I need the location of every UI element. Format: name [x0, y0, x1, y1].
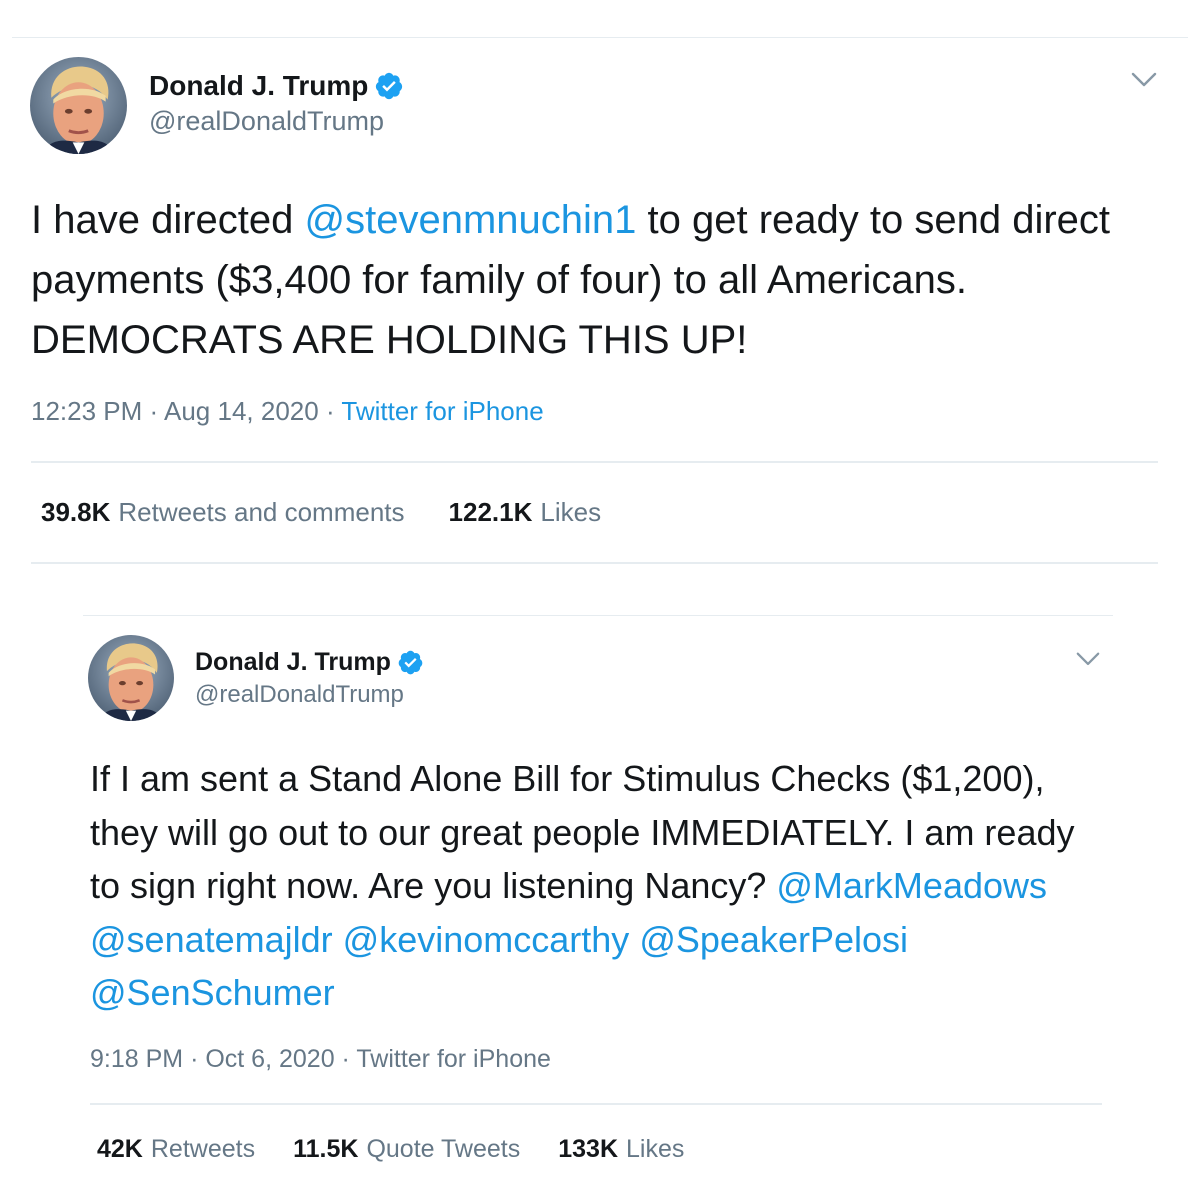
tweet-source-link[interactable]: Twitter for iPhone [341, 396, 543, 426]
mention-link[interactable]: @stevenmnuchin1 [305, 198, 637, 242]
tweet-text-segment: I have directed [31, 198, 305, 242]
meta-separator: · [341, 1045, 350, 1073]
author-handle[interactable]: @realDonaldTrump [195, 681, 404, 709]
avatar[interactable] [30, 57, 127, 154]
avatar-image [30, 57, 127, 154]
stat-label: Quote Tweets [366, 1135, 521, 1163]
tweet-text: If I am sent a Stand Alone Bill for Stim… [90, 752, 1100, 1020]
stat-retweets-and-comments[interactable]: 39.8K Retweets and comments [41, 497, 405, 528]
mention-link[interactable]: @MarkMeadows [776, 865, 1047, 906]
meta-separator: · [325, 396, 335, 426]
stat-count: 11.5K [293, 1135, 359, 1163]
tweet-meta: 12:23 PM · Aug 14, 2020 · Twitter for iP… [31, 396, 544, 427]
tweet-date[interactable]: Oct 6, 2020 [205, 1045, 334, 1073]
stat-retweets[interactable]: 42K Retweets [97, 1135, 255, 1164]
tweet-source[interactable]: Twitter for iPhone [356, 1045, 551, 1073]
stat-likes[interactable]: 122.1K Likes [449, 497, 602, 528]
tweet-time[interactable]: 12:23 PM [31, 396, 142, 426]
chevron-down-icon[interactable] [1130, 70, 1158, 90]
verified-badge-icon [374, 71, 404, 101]
stat-count: 122.1K [448, 497, 533, 527]
divider [31, 461, 1158, 463]
avatar-image [88, 635, 174, 721]
tweet-stats: 39.8K Retweets and comments 122.1K Likes [41, 497, 601, 528]
stat-count: 133K [558, 1135, 618, 1163]
page: Donald J. Trump @realDonaldTrump I have … [0, 0, 1200, 1200]
mention-link[interactable]: @senatemajldr [90, 919, 333, 960]
card-top-divider [12, 37, 1188, 38]
author-handle[interactable]: @realDonaldTrump [149, 106, 384, 137]
stat-label: Retweets [150, 1135, 256, 1163]
stat-count: 42K [97, 1135, 143, 1163]
tweet-text-segment [333, 919, 343, 960]
tweet-meta: 9:18 PM · Oct 6, 2020 · Twitter for iPho… [90, 1045, 551, 1074]
stat-label: Likes [540, 497, 602, 527]
card-top-divider [83, 615, 1113, 616]
divider [90, 1103, 1102, 1105]
tweet-text-segment [629, 919, 639, 960]
stat-label: Retweets and comments [118, 497, 405, 527]
mention-link[interactable]: @SenSchumer [90, 972, 335, 1013]
mention-link[interactable]: @kevinomccarthy [343, 919, 630, 960]
mention-link[interactable]: @SpeakerPelosi [639, 919, 908, 960]
meta-separator: · [190, 1045, 199, 1073]
author-display-name[interactable]: Donald J. Trump [195, 648, 391, 677]
verified-badge-icon [397, 649, 424, 676]
tweet-time[interactable]: 9:18 PM [90, 1045, 183, 1073]
author-row: Donald J. Trump [195, 646, 424, 678]
stat-label: Likes [626, 1135, 685, 1163]
stat-likes[interactable]: 133K Likes [558, 1135, 684, 1164]
author-display-name[interactable]: Donald J. Trump [149, 70, 368, 102]
avatar[interactable] [88, 635, 174, 721]
author-row: Donald J. Trump [149, 68, 404, 104]
tweet-date[interactable]: Aug 14, 2020 [164, 396, 319, 426]
divider [31, 562, 1158, 564]
tweet-text: I have directed @stevenmnuchin1 to get r… [31, 190, 1171, 370]
stat-count: 39.8K [41, 497, 111, 527]
tweet-stats: 42K Retweets 11.5K Quote Tweets 133K Lik… [97, 1135, 684, 1164]
stat-quote-tweets[interactable]: 11.5K Quote Tweets [293, 1135, 520, 1164]
meta-separator: · [149, 396, 159, 426]
chevron-down-icon[interactable] [1075, 650, 1101, 668]
